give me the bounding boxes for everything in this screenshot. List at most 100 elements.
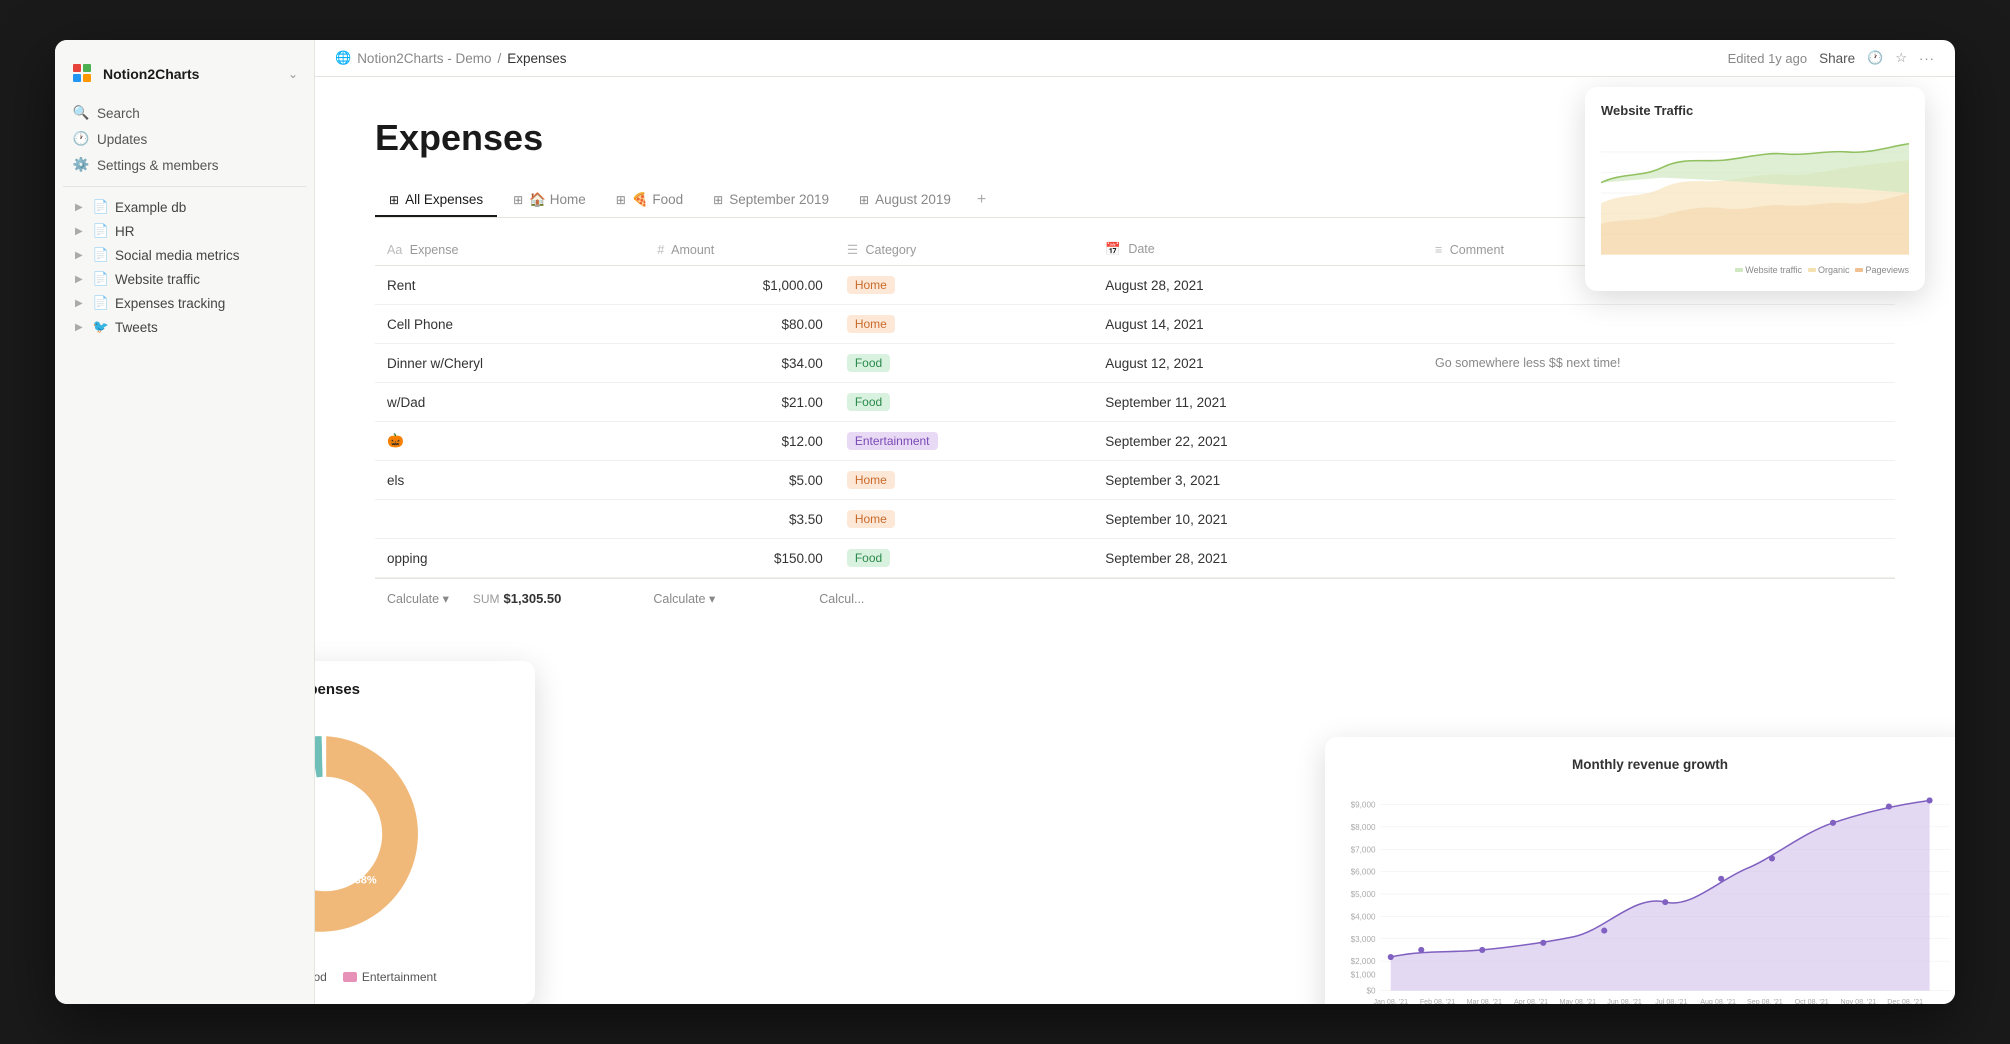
star-icon[interactable]: ☆ — [1895, 50, 1907, 66]
cell-comment — [1423, 305, 1895, 344]
tree-label: Expenses tracking — [115, 296, 225, 311]
search-label: Search — [97, 106, 140, 121]
website-traffic-chart — [1601, 128, 1909, 258]
sidebar-item-expenses-tracking[interactable]: ▶ 📄 Expenses tracking — [63, 291, 306, 315]
calculate-btn-2[interactable]: Calculate ▾ — [641, 587, 727, 610]
svg-text:$9,000: $9,000 — [1351, 801, 1376, 810]
edited-timestamp: Edited 1y ago — [1728, 51, 1808, 66]
sidebar-item-tweets[interactable]: ▶ 🐦 Tweets — [63, 315, 306, 339]
col-category: ☰ Category — [835, 234, 1093, 266]
sidebar-workspace[interactable]: Notion2Charts ⌄ — [63, 56, 306, 92]
col-amount: # Amount — [645, 234, 834, 266]
top-bar: 🌐 Notion2Charts - Demo / Expenses Edited… — [315, 40, 1955, 77]
cell-category: Home — [835, 305, 1093, 344]
cell-expense: els — [375, 461, 645, 500]
table-row[interactable]: opping $150.00 Food September 28, 2021 — [375, 539, 1895, 578]
table-row[interactable]: $3.50 Home September 10, 2021 — [375, 500, 1895, 539]
doc-icon: 📄 — [93, 223, 109, 239]
cell-expense: w/Dad — [375, 383, 645, 422]
workspace-chevron: ⌄ — [288, 67, 298, 81]
table-row[interactable]: w/Dad $21.00 Food September 11, 2021 — [375, 383, 1895, 422]
updates-label: Updates — [97, 132, 147, 147]
svg-text:$1,000: $1,000 — [1351, 970, 1376, 979]
tab-icon: ⊞ — [389, 193, 399, 207]
tree-label: Tweets — [115, 320, 158, 335]
breadcrumb-separator: / — [498, 51, 502, 66]
cell-category: Home — [835, 266, 1093, 305]
monthly-revenue-card: Monthly revenue growth $9,000 $8,000 $7,… — [1325, 737, 1955, 1004]
sidebar-item-updates[interactable]: 🕐 Updates — [63, 126, 306, 152]
doc-icon: 📄 — [93, 247, 109, 263]
main-content: 🌐 Notion2Charts - Demo / Expenses Edited… — [315, 40, 1955, 1004]
sum-value: $1,305.50 — [500, 591, 562, 606]
doc-icon: 📄 — [93, 295, 109, 311]
revenue-chart: $9,000 $8,000 $7,000 $6,000 $5,000 $4,00… — [1345, 784, 1955, 1004]
tree-label: HR — [115, 224, 135, 239]
svg-text:Aug 08, '21: Aug 08, '21 — [1700, 998, 1736, 1004]
tab-all-expenses[interactable]: ⊞ All Expenses — [375, 184, 497, 217]
share-button[interactable]: Share — [1819, 51, 1855, 66]
breadcrumb-current: Expenses — [507, 51, 566, 66]
svg-text:Mar 08, '21: Mar 08, '21 — [1467, 998, 1502, 1004]
breadcrumb: 🌐 Notion2Charts - Demo / Expenses — [335, 50, 567, 66]
cell-amount: $150.00 — [645, 539, 834, 578]
sidebar-item-hr[interactable]: ▶ 📄 HR — [63, 219, 306, 243]
cell-expense: Dinner w/Cheryl — [375, 344, 645, 383]
table-row[interactable]: Cell Phone $80.00 Home August 14, 2021 — [375, 305, 1895, 344]
cell-comment — [1423, 422, 1895, 461]
website-traffic-card: Website Traffic — [1585, 87, 1925, 291]
sidebar-item-example-db[interactable]: ▶ 📄 Example db — [63, 195, 306, 219]
tab-september-2019[interactable]: ⊞ September 2019 — [699, 184, 843, 217]
clock-icon: 🕐 — [1867, 50, 1883, 66]
doc-icon: 📄 — [93, 199, 109, 215]
svg-text:Feb 08, '21: Feb 08, '21 — [1420, 998, 1455, 1004]
sidebar-item-settings[interactable]: ⚙️ Settings & members — [63, 152, 306, 178]
tab-icon: ⊞ — [713, 193, 723, 207]
donut-chart-title: Expenses — [315, 681, 515, 698]
revenue-chart-title: Monthly revenue growth — [1345, 757, 1955, 772]
tab-food[interactable]: ⊞ 🍕 Food — [602, 184, 697, 218]
tab-label: 🏠 Home — [529, 192, 586, 208]
cell-date: September 11, 2021 — [1093, 383, 1423, 422]
table-row[interactable]: Dinner w/Cheryl $34.00 Food August 12, 2… — [375, 344, 1895, 383]
tab-icon: ⊞ — [616, 193, 626, 207]
cell-date: August 28, 2021 — [1093, 266, 1423, 305]
settings-icon: ⚙️ — [73, 157, 89, 173]
cell-date: September 3, 2021 — [1093, 461, 1423, 500]
sidebar-item-website-traffic[interactable]: ▶ 📄 Website traffic — [63, 267, 306, 291]
add-view-button[interactable]: + — [967, 183, 996, 217]
cell-comment — [1423, 500, 1895, 539]
col-expense: Aa Expense — [375, 234, 645, 266]
svg-text:83.38%: 83.38% — [339, 875, 377, 887]
calculate-btn-3[interactable]: Calcul... — [807, 588, 876, 610]
cell-category: Home — [835, 461, 1093, 500]
cell-date: September 22, 2021 — [1093, 422, 1423, 461]
tree-arrow-icon: ▶ — [75, 298, 87, 309]
cell-category: Home — [835, 500, 1093, 539]
more-icon[interactable]: ··· — [1919, 51, 1935, 66]
cell-expense: 🎃 — [375, 422, 645, 461]
website-traffic-title: Website Traffic — [1601, 103, 1909, 118]
cell-expense: opping — [375, 539, 645, 578]
donut-chart: 15.70% 83.38% — [315, 714, 445, 954]
svg-text:Sep 08, '21: Sep 08, '21 — [1747, 998, 1783, 1004]
sidebar-item-search[interactable]: 🔍 Search — [63, 100, 306, 126]
sidebar: Notion2Charts ⌄ 🔍 Search 🕐 Updates ⚙️ Se… — [55, 40, 315, 1004]
cell-comment — [1423, 539, 1895, 578]
tree-label: Example db — [115, 200, 186, 215]
breadcrumb-globe-icon: 🌐 — [335, 50, 351, 66]
top-bar-right: Edited 1y ago Share 🕐 ☆ ··· — [1728, 50, 1935, 66]
cell-expense: Rent — [375, 266, 645, 305]
tab-home[interactable]: ⊞ 🏠 Home — [499, 184, 600, 218]
calculate-btn-1[interactable]: Calculate ▾ — [375, 587, 461, 610]
svg-text:Jun 08, '21: Jun 08, '21 — [1607, 998, 1642, 1004]
tab-label: September 2019 — [729, 192, 829, 207]
doc-icon: 📄 — [93, 271, 109, 287]
sidebar-item-social-media[interactable]: ▶ 📄 Social media metrics — [63, 243, 306, 267]
tab-august-2019[interactable]: ⊞ August 2019 — [845, 184, 965, 217]
table-row[interactable]: 🎃 $12.00 Entertainment September 22, 202… — [375, 422, 1895, 461]
workspace-name: Notion2Charts — [103, 66, 199, 82]
svg-text:$6,000: $6,000 — [1351, 868, 1376, 877]
table-row[interactable]: els $5.00 Home September 3, 2021 — [375, 461, 1895, 500]
svg-text:$7,000: $7,000 — [1351, 845, 1376, 854]
